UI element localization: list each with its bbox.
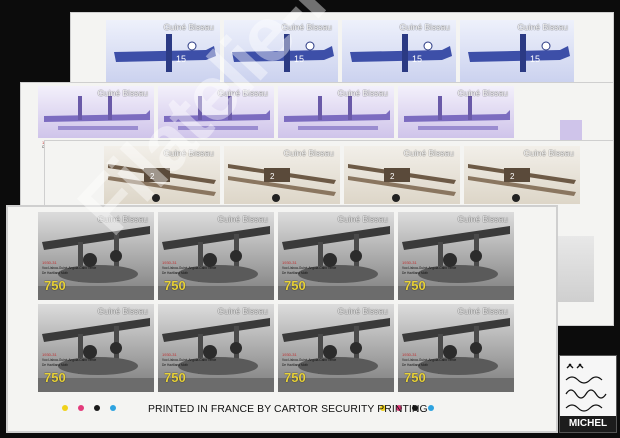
stamp-value: 750 [284,370,306,385]
svg-text:15: 15 [176,54,186,64]
svg-text:15: 15 [412,54,422,64]
stamp-front-4: Guiné Bissau 1930-31 Voo Lisboa-Guiné-Ango… [398,212,514,300]
stamp-country: Guiné Bissau [97,88,148,98]
color-dot [78,405,84,411]
stamp-caption: Voo Lisboa-Guiné-Angola-Cabo Verde [42,358,97,362]
stamp-caption: Voo Lisboa-Guiné-Angola-Cabo Verde [282,358,337,362]
stamp-country: Guiné Bissau [281,22,332,32]
stamp-year: 1930-31 [282,260,297,265]
catalog-label-card: MICHEL [559,355,617,433]
stamp-subcaption: De Havilland Moth [402,271,429,275]
stamp-country: Guiné Bissau [283,148,334,158]
stamp-front-7: Guiné Bissau 1930-31 Voo Lisboa-Guiné-Ango… [278,304,394,392]
stamp-country: Guiné Bissau [399,22,450,32]
stamp-country: Guiné Bissau [517,22,568,32]
stamp-caption: Voo Lisboa-Guiné-Angola-Cabo Verde [402,358,457,362]
stamp-second-2: Guiné Bissau [158,86,274,138]
stamp-value: 750 [404,370,426,385]
stamp-caption: Voo Lisboa-Guiné-Angola-Cabo Verde [282,266,337,270]
stamp-caption: Voo Lisboa-Guiné-Angola-Cabo Verde [162,358,217,362]
stamp-country: Guiné Bissau [457,88,508,98]
stamp-value: 750 [164,278,186,293]
stamp-country: Guiné Bissau [217,214,268,224]
stamp-subcaption: De Havilland Moth [162,363,189,367]
stamp-year: 1930-31 [402,352,417,357]
stamp-year: 1930-31 [42,352,57,357]
stamp-country: Guiné Bissau [97,306,148,316]
michel-brand: MICHEL [560,416,616,432]
stamp-third-2: 2 Guiné Bissau [224,146,340,204]
stamp-country: Guiné Bissau [163,22,214,32]
stamp-value: 750 [44,370,66,385]
stamp-subcaption: De Havilland Moth [42,271,69,275]
stamp-subcaption: De Havilland Moth [42,363,69,367]
stamp-country: Guiné Bissau [337,306,388,316]
stamp-top-1: 15 Guiné Bissau [106,20,220,86]
stamp-caption: Voo Lisboa-Guiné-Angola-Cabo Verde [42,266,97,270]
svg-text:15: 15 [530,54,540,64]
stamp-front-2: Guiné Bissau 1930-31 Voo Lisboa-Guiné-Ango… [158,212,274,300]
stamp-year: 1930-31 [282,352,297,357]
stamp-year: 1930-31 [402,260,417,265]
stamp-country: Guiné Bissau [523,148,574,158]
stamp-second-3: Guiné Bissau [278,86,394,138]
stamp-front-3: Guiné Bissau 1930-31 Voo Lisboa-Guiné-Ango… [278,212,394,300]
stamp-country: Guiné Bissau [163,148,214,158]
stamp-year: 1930-31 [162,260,177,265]
stamp-value: 750 [164,370,186,385]
stamp-second-4: Guiné Bissau [398,86,514,138]
color-dot [110,405,116,411]
stamp-country: Guiné Bissau [217,306,268,316]
stamp-subcaption: De Havilland Moth [282,271,309,275]
stamp-subcaption: De Havilland Moth [402,363,429,367]
stamp-front-5: Guiné Bissau 1930-31 Voo Lisboa-Guiné-Ango… [38,304,154,392]
printer-imprint: PRINTED IN FRANCE BY CARTOR SECURITY PRI… [148,404,428,415]
color-dot [62,405,68,411]
stamp-top-4: 15 Guiné Bissau [460,20,574,86]
stamp-subcaption: De Havilland Moth [162,271,189,275]
stamp-front-1: Guiné Bissau 1930-31 Voo Lisboa-Guiné-Ango… [38,212,154,300]
sheet-margin-stamp-fragment [554,236,594,302]
stamp-second-1: Guiné Bissau [38,86,154,138]
svg-text:2: 2 [390,172,395,181]
stamp-country: Guiné Bissau [337,214,388,224]
handwriting-icon [565,363,607,412]
color-dot [428,405,434,411]
stamp-country: Guiné Bissau [97,214,148,224]
svg-text:2: 2 [510,172,515,181]
stamp-subcaption: De Havilland Moth [282,363,309,367]
handwritten-note [563,358,611,414]
stamp-value: 750 [44,278,66,293]
stamp-year: 1930-31 [162,352,177,357]
stamp-third-1: 2 Guiné Bissau [104,146,220,204]
stamp-country: Guiné Bissau [403,148,454,158]
stamp-top-3: 15 Guiné Bissau [342,20,456,86]
stamp-value: 750 [284,278,306,293]
stamp-caption: Voo Lisboa-Guiné-Angola-Cabo Verde [162,266,217,270]
svg-text:15: 15 [294,54,304,64]
stamp-country: Guiné Bissau [457,306,508,316]
stamp-country: Guiné Bissau [457,214,508,224]
stamp-country: Guiné Bissau [337,88,388,98]
stamp-third-4: 2 Guiné Bissau [464,146,580,204]
svg-text:2: 2 [270,172,275,181]
stamp-country: Guiné Bissau [217,88,268,98]
svg-text:2: 2 [150,172,155,181]
stamp-third-3: 2 Guiné Bissau [344,146,460,204]
stamp-front-8: Guiné Bissau 1930-31 Voo Lisboa-Guiné-Ango… [398,304,514,392]
stamp-top-2: 15 Guiné Bissau [224,20,338,86]
stamp-year: 1930-31 [42,260,57,265]
stamp-caption: Voo Lisboa-Guiné-Angola-Cabo Verde [402,266,457,270]
stamp-value: 750 [404,278,426,293]
stamp-front-6: Guiné Bissau 1930-31 Voo Lisboa-Guiné-Ango… [158,304,274,392]
color-dot [94,405,100,411]
